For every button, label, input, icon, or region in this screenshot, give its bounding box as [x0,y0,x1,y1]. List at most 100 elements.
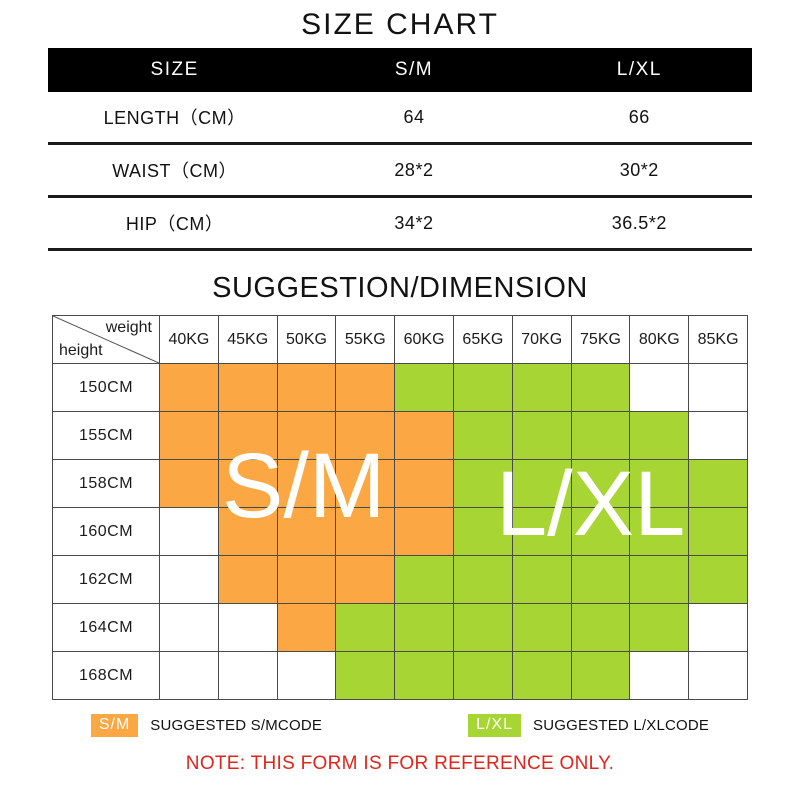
grid-cell [394,651,454,700]
grid-column-header: 80KG [629,315,690,364]
reference-note: NOTE: THIS FORM IS FOR REFERENCE ONLY. [185,753,615,774]
grid-column-header: 45KG [217,315,278,364]
legend: S/M SUGGESTED S/MCODE L/XL SUGGESTED L/X… [0,714,800,737]
grid-cell [394,411,454,460]
grid-cell [217,651,278,700]
cell-length-sm: 64 [301,92,527,145]
grid-cell [511,411,572,460]
grid-cell [511,459,572,508]
grid-cell [452,363,513,412]
grid-cell [335,411,396,460]
row-label-hip: HIP（CM） [48,196,302,251]
grid-axis-label-height: height [59,342,103,359]
grid-cell [394,603,454,652]
grid-cell [276,555,337,604]
grid-header-row: weight height 40KG 45KG 50KG 55KG 60KG 65KG 70KG… [52,315,748,364]
grid-cell [452,603,513,652]
suggestion-grid-wrap: weight height 40KG 45KG 50KG 55KG 60KG 65KG 70KG… [52,315,748,700]
grid-cell [159,603,219,652]
grid-column-header: 55KG [335,315,396,364]
grid-row-header: 160CM [52,507,160,556]
grid-cell [570,507,631,556]
grid-cell [335,555,396,604]
grid-column-header: 60KG [394,315,454,364]
legend-text-lxl: SUGGESTED L/XLCODE [532,717,710,734]
cell-hip-sm: 34*2 [301,196,527,251]
grid-cell [629,603,690,652]
grid-cell [335,363,396,412]
cell-waist-sm: 28*2 [301,143,527,198]
grid-cell [511,363,572,412]
legend-swatch-lxl: L/XL [468,714,521,737]
grid-cell [570,603,631,652]
grid-cell [629,411,690,460]
grid-cell [629,651,690,700]
grid-cell [159,363,219,412]
grid-cell [452,411,513,460]
grid-cell [159,507,219,556]
grid-row-header: 150CM [52,363,160,412]
grid-cell [276,411,337,460]
grid-cell [335,507,396,556]
grid-cell [335,459,396,508]
grid-cell [335,603,396,652]
grid-cell [394,363,454,412]
grid-column-header: 65KG [452,315,513,364]
grid-cell [511,603,572,652]
grid-cell [276,507,337,556]
suggestion-title: SUGGESTION/DIMENSION [212,272,588,304]
grid-axis-label-weight: weight [105,319,152,336]
grid-cell [217,555,278,604]
grid-row: 158CM [52,459,748,508]
size-chart-table: SIZE S/M L/XL LENGTH（CM） 64 66 WAIST（CM）… [48,48,752,251]
grid-corner-cell: weight height [52,315,160,364]
grid-cell [394,555,454,604]
legend-item-sm: S/M SUGGESTED S/MCODE [90,714,323,737]
grid-cell [217,363,278,412]
header-lxl: L/XL [526,48,752,92]
grid-cell [159,555,219,604]
grid-column-header: 40KG [159,315,219,364]
grid-row-header: 158CM [52,459,160,508]
grid-row-header: 162CM [52,555,160,604]
grid-cell [511,651,572,700]
grid-cell [570,555,631,604]
grid-cell [688,603,748,652]
legend-text-sm: SUGGESTED S/MCODE [150,717,323,734]
grid-row-header: 155CM [52,411,160,460]
grid-cell [688,459,748,508]
grid-cell [159,459,219,508]
size-chart-thead: SIZE S/M L/XL [48,48,752,92]
grid-cell [688,363,748,412]
legend-swatch-sm: S/M [90,714,139,737]
size-chart-table-wrap: SIZE S/M L/XL LENGTH（CM） 64 66 WAIST（CM）… [48,48,752,251]
suggestion-grid: weight height 40KG 45KG 50KG 55KG 60KG 65KG 70KG… [52,315,748,700]
grid-cell [688,651,748,700]
grid-cell [217,603,278,652]
table-header-row: SIZE S/M L/XL [48,48,752,92]
grid-row: 168CM [52,651,748,700]
grid-row: 160CM [52,507,748,556]
grid-row-header: 168CM [52,651,160,700]
header-sm: S/M [301,48,527,92]
grid-cell [629,555,690,604]
grid-cell [394,507,454,556]
page-title: SIZE CHART [301,8,499,41]
grid-cell [688,507,748,556]
grid-cell [452,459,513,508]
cell-hip-lxl: 36.5*2 [526,196,752,251]
grid-cell [159,411,219,460]
grid-cell [570,411,631,460]
suggestion-grid-body: weight height 40KG 45KG 50KG 55KG 60KG 65KG 70KG… [52,315,748,700]
grid-cell [276,459,337,508]
grid-cell [452,555,513,604]
grid-column-header: 75KG [570,315,631,364]
grid-cell [570,651,631,700]
table-row: HIP（CM） 34*2 36.5*2 [48,196,752,251]
grid-row: 150CM [52,363,748,412]
grid-cell [688,411,748,460]
grid-cell [217,507,278,556]
grid-row: 155CM [52,411,748,460]
table-row: LENGTH（CM） 64 66 [48,92,752,145]
grid-row-header: 164CM [52,603,160,652]
